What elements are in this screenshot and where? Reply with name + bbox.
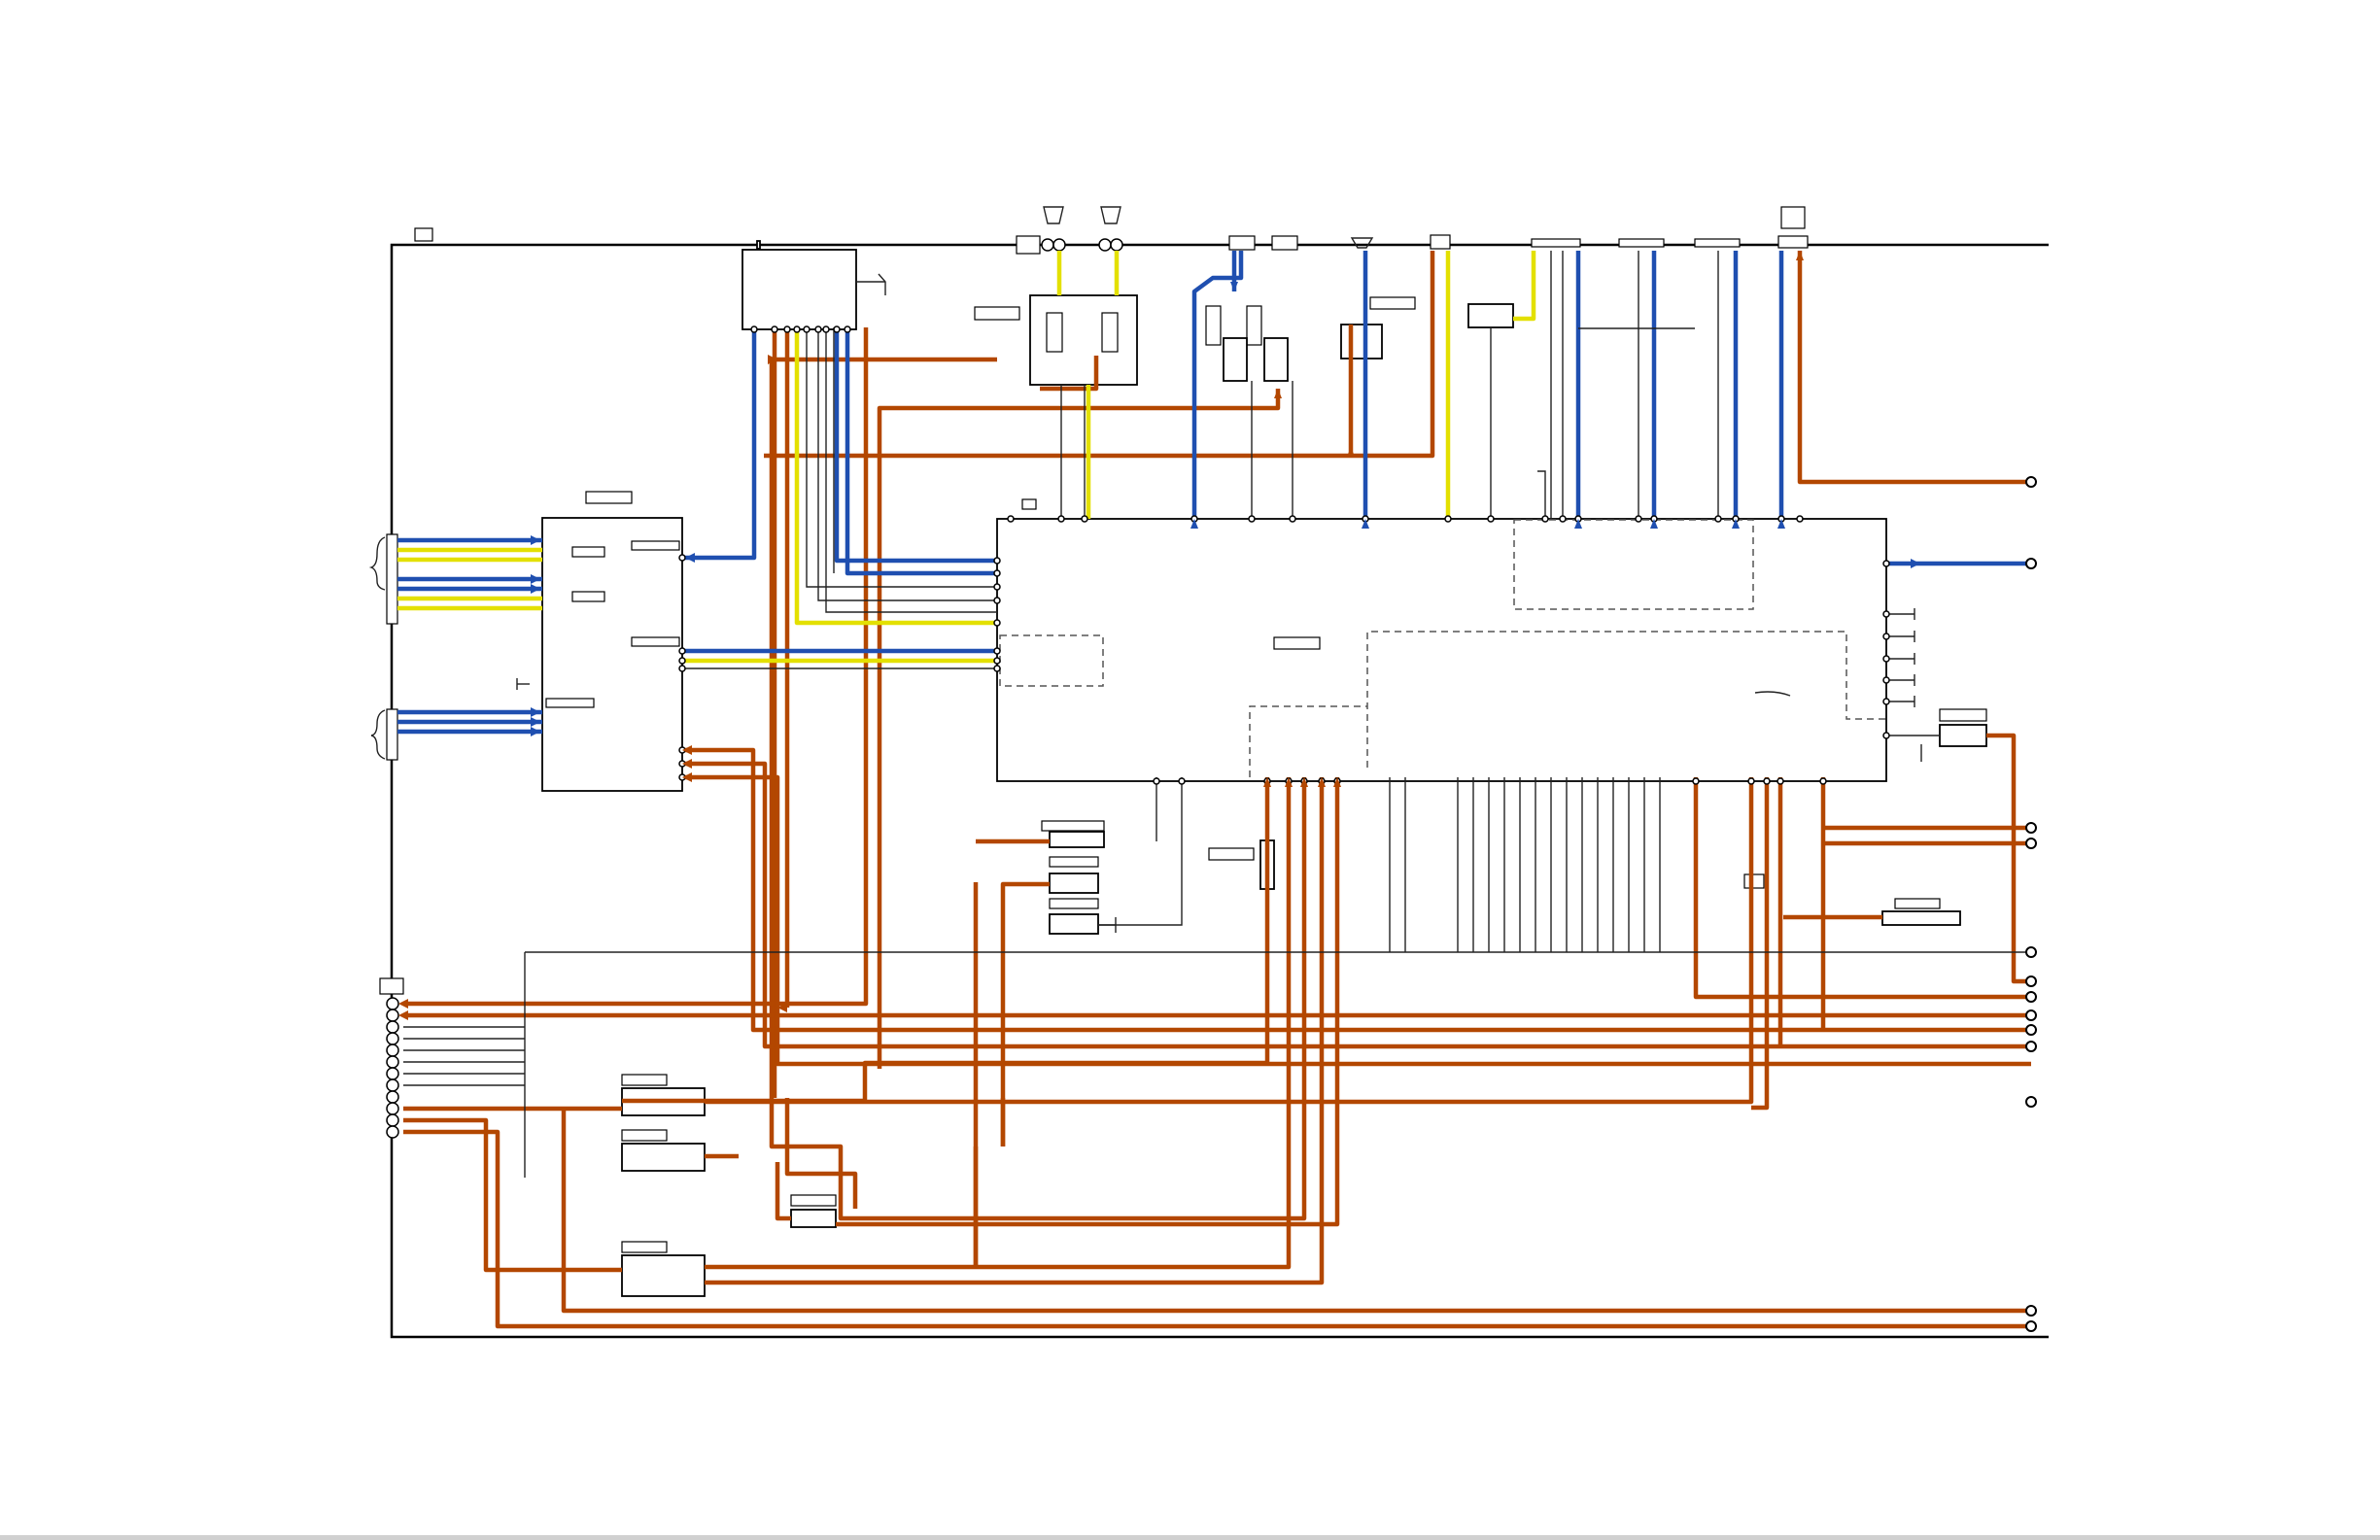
multi-pin-2: [1271, 235, 1298, 251]
sd-slot: [1777, 235, 1809, 249]
hdmi-port: [1350, 237, 1374, 249]
left-jack-groups: [368, 533, 398, 761]
main-ic-label-box: [1273, 636, 1321, 650]
input-switch-ic: [541, 491, 683, 792]
rca-label: [1016, 235, 1041, 255]
top-connectors: [1016, 206, 1809, 255]
audio-out-block: [974, 294, 1138, 386]
wiring-schematic: [368, 206, 2049, 1339]
tuner-module: [742, 240, 886, 330]
multi-pin-1: [1228, 235, 1256, 251]
right-terminals: [2025, 476, 2037, 1332]
sheet-label-box: [414, 227, 433, 242]
rca-jack-1: [1041, 238, 1054, 252]
bottom-scroll-strip: [0, 1535, 2380, 1540]
bottom-jack-strip: [379, 977, 404, 1139]
usb-port: [1430, 234, 1451, 250]
main-ic: [996, 518, 1887, 782]
